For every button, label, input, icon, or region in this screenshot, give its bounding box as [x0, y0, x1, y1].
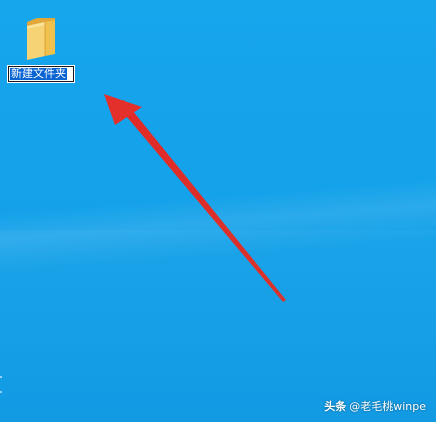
folder-name-selected-text[interactable]: 新建文件夹 — [10, 68, 67, 80]
edge-dot — [0, 391, 2, 393]
folder-icon[interactable] — [23, 16, 59, 60]
desktop-background[interactable]: 新建文件夹 头条 @老毛桃winpe — [0, 0, 436, 422]
left-edge-marks — [0, 372, 3, 402]
watermark-handle: @老毛桃winpe — [349, 400, 426, 413]
wallpaper-light-beam — [0, 174, 436, 276]
folder-rename-textbox[interactable]: 新建文件夹 — [7, 65, 75, 83]
watermark-brand: 头条 — [324, 400, 347, 413]
edge-dot — [0, 376, 2, 378]
watermark: 头条 @老毛桃winpe — [324, 398, 426, 414]
wallpaper-shade — [0, 230, 436, 422]
desktop-folder-item[interactable]: 新建文件夹 — [6, 14, 78, 88]
